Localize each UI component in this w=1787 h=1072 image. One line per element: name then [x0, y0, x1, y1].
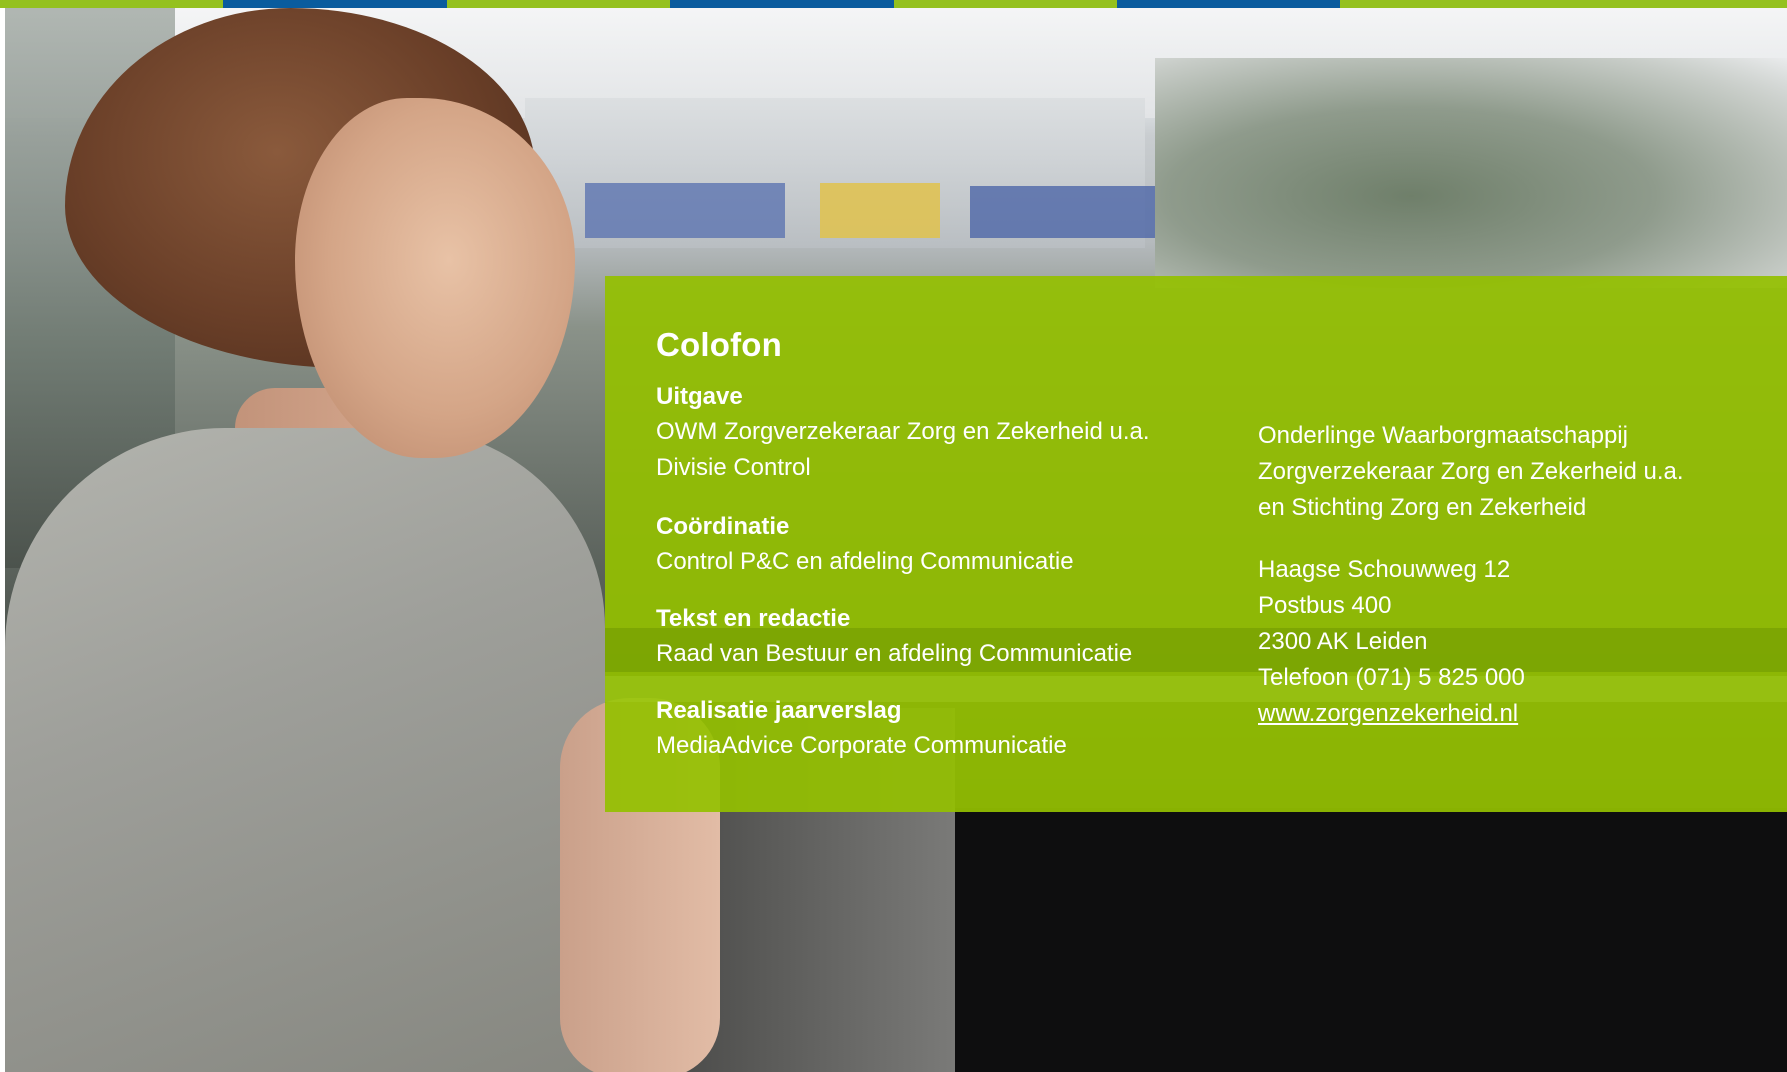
credit-section: Coördinatie Control P&C en afdeling Comm…: [656, 510, 1216, 580]
phone-line: Telefoon (071) 5 825 000: [1258, 664, 1525, 691]
stripe-segment: [446, 0, 671, 8]
stripe-segment: [893, 0, 1117, 8]
stripe-segment: [223, 0, 447, 8]
woman-figure: [5, 428, 605, 1072]
website-link[interactable]: www.zorgenzekerheid.nl: [1258, 700, 1518, 727]
top-color-stripe: [0, 0, 1787, 8]
address-line: 2300 AK Leiden: [1258, 628, 1428, 655]
section-heading: Coördinatie: [656, 513, 790, 540]
organisation-line: Zorgverzekeraar Zorg en Zekerheid u.a.: [1258, 458, 1684, 485]
credit-section: Tekst en redactie Raad van Bestuur en af…: [656, 602, 1216, 672]
section-heading: Realisatie jaarverslag: [656, 697, 902, 724]
organisation-block: Onderlinge Waarborgmaatschappij Zorgverz…: [1258, 418, 1778, 526]
section-line: Control P&C en afdeling Communicatie: [656, 548, 1074, 575]
credit-section: Realisatie jaarverslag MediaAdvice Corpo…: [656, 694, 1216, 764]
stripe-segment: [1563, 0, 1787, 8]
credits-column: Uitgave OWM Zorgverzekeraar Zorg en Zeke…: [656, 380, 1216, 786]
section-heading: Uitgave: [656, 383, 743, 410]
stripe-segment: [0, 0, 224, 8]
section-line: MediaAdvice Corporate Communicatie: [656, 732, 1067, 759]
organisation-line: en Stichting Zorg en Zekerheid: [1258, 494, 1587, 521]
address-line: Haagse Schouwweg 12: [1258, 556, 1511, 583]
stripe-segment: [670, 0, 894, 8]
address-line: Postbus 400: [1258, 592, 1392, 619]
credit-section: Uitgave OWM Zorgverzekeraar Zorg en Zeke…: [656, 380, 1216, 486]
section-heading: Tekst en redactie: [656, 605, 851, 632]
organisation-line: Onderlinge Waarborgmaatschappij: [1258, 422, 1628, 449]
contact-column: Onderlinge Waarborgmaatschappij Zorgverz…: [1258, 418, 1778, 732]
stripe-segment: [1340, 0, 1564, 8]
stripe-segment: [1116, 0, 1341, 8]
section-line: Divisie Control: [656, 454, 811, 481]
section-line: Raad van Bestuur en afdeling Communicati…: [656, 640, 1133, 667]
address-block: Haagse Schouwweg 12 Postbus 400 2300 AK …: [1258, 552, 1778, 732]
section-line: OWM Zorgverzekeraar Zorg en Zekerheid u.…: [656, 418, 1150, 445]
colofon-title: Colofon: [656, 326, 783, 363]
